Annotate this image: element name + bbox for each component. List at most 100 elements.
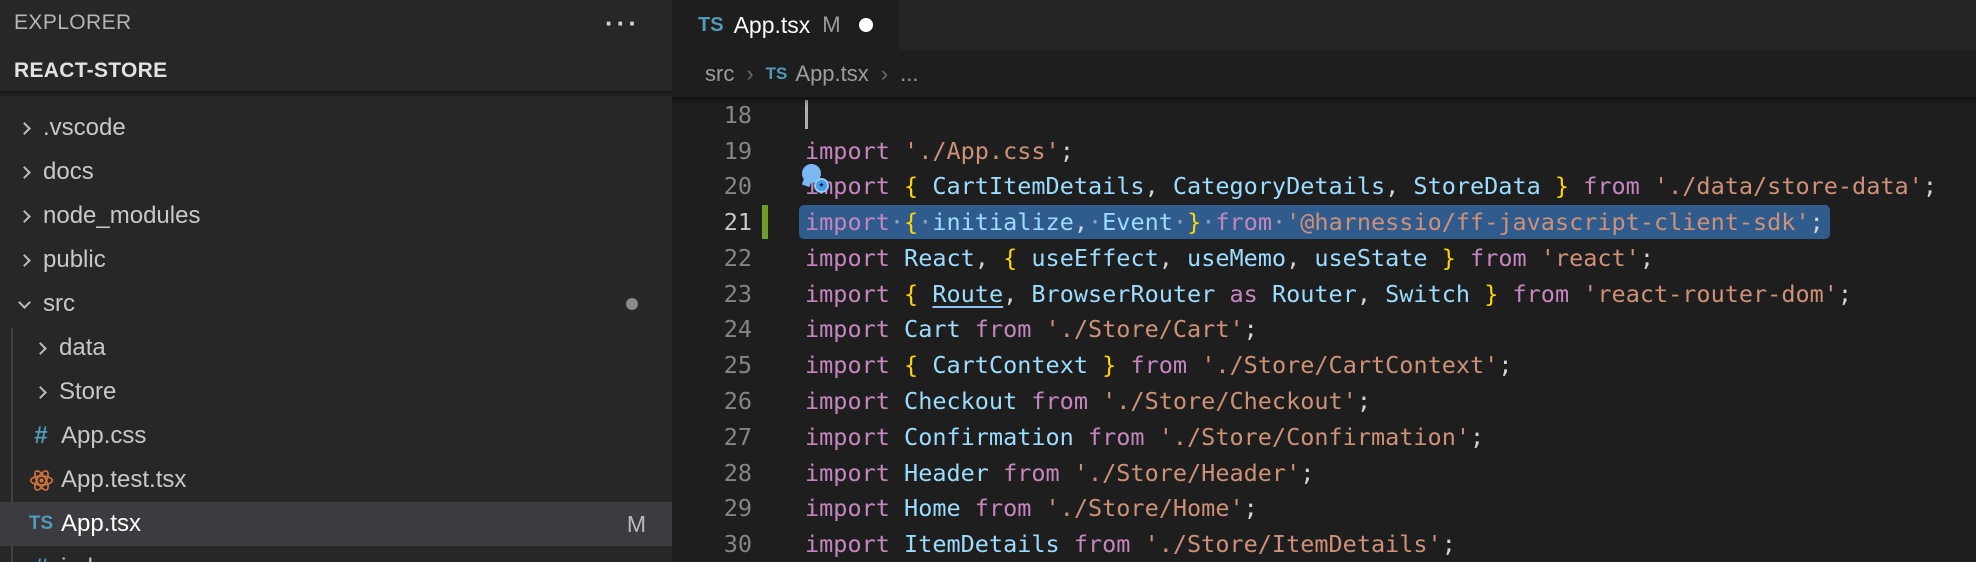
code-token: { (904, 280, 918, 308)
code-token (1456, 244, 1470, 272)
tree-item-node-modules[interactable]: node_modules (0, 194, 672, 238)
code-token: import (805, 494, 890, 522)
code-token (890, 315, 904, 343)
code-token: } (1102, 351, 1116, 379)
tree-item-data[interactable]: data (0, 326, 672, 370)
chevron-right-icon[interactable] (34, 386, 47, 399)
folder-modified-dot-icon (626, 298, 638, 310)
code-token: ; (1060, 137, 1074, 165)
react-test-file-icon (28, 468, 54, 493)
breadcrumb-item[interactable]: src (705, 61, 734, 87)
code-token (1060, 459, 1074, 487)
code-line-25[interactable]: 25import { CartContext } from './Store/C… (672, 347, 1976, 383)
line-number[interactable]: 22 (672, 244, 752, 272)
code-token (1074, 423, 1088, 451)
code-line-29[interactable]: 29 import Home from './Store/Home'; (672, 490, 1976, 526)
project-section-header[interactable]: REACT-STORE (0, 46, 672, 95)
code-token (918, 351, 932, 379)
code-token: from (1470, 244, 1527, 272)
code-token: } (1555, 172, 1569, 200)
tree-item-label: App.tsx (61, 510, 141, 538)
breadcrumb-item[interactable]: App.tsx (795, 61, 868, 87)
code-line-20[interactable]: 20import { CartItemDetails, CategoryDeta… (672, 169, 1976, 205)
code-text: import Header from './Store/Header'; (805, 459, 1314, 487)
tree-item-public[interactable]: public (0, 238, 672, 282)
code-token: ; (1300, 459, 1314, 487)
code-token: , (1145, 172, 1173, 200)
code-token: ; (1640, 244, 1654, 272)
tree-item-store[interactable]: Store (0, 370, 672, 414)
code-token: , (1003, 280, 1031, 308)
chevron-right-icon[interactable] (18, 254, 31, 267)
code-token: from (1088, 423, 1145, 451)
code-token (1541, 172, 1555, 200)
code-token (890, 494, 904, 522)
git-modified-badge: M (627, 511, 646, 538)
line-number[interactable]: 25 (672, 351, 752, 379)
code-token: './App.css' (904, 137, 1060, 165)
tree-item--vscode[interactable]: .vscode (0, 106, 672, 150)
typescript-file-icon: TS (28, 513, 54, 535)
chevron-right-icon[interactable] (18, 210, 31, 223)
line-number[interactable]: 19 (672, 137, 752, 165)
whitespace-dot: · (1173, 208, 1187, 236)
tab-app-tsx[interactable]: TSApp.tsxM (672, 0, 899, 50)
code-token: , (1286, 244, 1314, 272)
tree-item-src[interactable]: src (0, 282, 672, 326)
code-token: from (1074, 530, 1131, 558)
code-token (1130, 530, 1144, 558)
code-text: import Home from './Store/Home'; (805, 494, 1258, 522)
line-number[interactable]: 26 (672, 387, 752, 415)
chevron-right-icon[interactable] (18, 166, 31, 179)
code-line-27[interactable]: 27import Confirmation from './Store/Conf… (672, 419, 1976, 455)
line-number[interactable]: 23 (672, 280, 752, 308)
dirty-indicator-icon[interactable] (859, 18, 873, 32)
code-line-30[interactable]: 30import ItemDetails from './Store/ItemD… (672, 526, 1976, 562)
line-number[interactable]: 18 (672, 101, 752, 129)
code-token: './Store/Header' (1074, 459, 1300, 487)
line-number[interactable]: 20 (672, 172, 752, 200)
code-line-28[interactable]: 28 import Header from './Store/Header'; (672, 455, 1976, 491)
line-number[interactable]: 28 (672, 459, 752, 487)
tree-item-app-tsx[interactable]: TS App.tsx M (0, 502, 672, 546)
code-token: as (1230, 280, 1258, 308)
line-number[interactable]: 30 (672, 530, 752, 558)
code-token: from (975, 494, 1032, 522)
code-line-24[interactable]: 24import Cart from './Store/Cart'; (672, 312, 1976, 348)
vscode-window: EXPLORER ··· REACT-STORE .vscodedocsnode… (0, 0, 1976, 562)
code-line-23[interactable]: 23import { Route, BrowserRouter as Route… (672, 276, 1976, 312)
breadcrumb-item[interactable]: ... (900, 61, 918, 87)
code-token: useState (1314, 244, 1427, 272)
tree-item-app-css[interactable]: #App.css (0, 414, 672, 458)
code-token (890, 530, 904, 558)
line-number[interactable]: 24 (672, 315, 752, 343)
chevron-right-icon[interactable] (34, 342, 47, 355)
code-token: useEffect (1031, 244, 1158, 272)
code-line-26[interactable]: 26import Checkout from './Store/Checkout… (672, 383, 1976, 419)
line-number[interactable]: 21 (672, 208, 752, 236)
tree-item-app-test-tsx[interactable]: App.test.tsx (0, 458, 672, 502)
whitespace-dot: · (1201, 208, 1215, 236)
css-file-icon: # (28, 554, 54, 562)
tree-item-docs[interactable]: docs (0, 150, 672, 194)
code-text: import React, { useEffect, useMemo, useS… (805, 244, 1654, 272)
breadcrumb-separator-icon: › (746, 61, 753, 87)
code-token: './Store/Confirmation' (1159, 423, 1470, 451)
more-actions-icon[interactable]: ··· (605, 18, 640, 28)
tree-item-index-css[interactable]: #index.css (0, 546, 672, 562)
chevron-right-icon[interactable] (18, 122, 31, 135)
code-editor[interactable]: 18 19 import './App.css'; 20import { CartIt… (672, 97, 1976, 562)
code-line-18[interactable]: 18 (672, 97, 1976, 133)
code-token (1258, 280, 1272, 308)
code-token: · (1272, 208, 1286, 236)
git-modified-badge: M (822, 12, 840, 38)
code-token: 'react' (1541, 244, 1640, 272)
line-number[interactable]: 27 (672, 423, 752, 451)
code-token: Event (1102, 208, 1173, 236)
line-number[interactable]: 29 (672, 494, 752, 522)
chevron-down-icon[interactable] (18, 296, 31, 309)
code-token: './Store/CartContext' (1201, 351, 1498, 379)
collaborator-cursor-icon[interactable]: ★ (802, 164, 1071, 248)
code-token (1031, 494, 1045, 522)
code-token: CategoryDetails (1173, 172, 1385, 200)
